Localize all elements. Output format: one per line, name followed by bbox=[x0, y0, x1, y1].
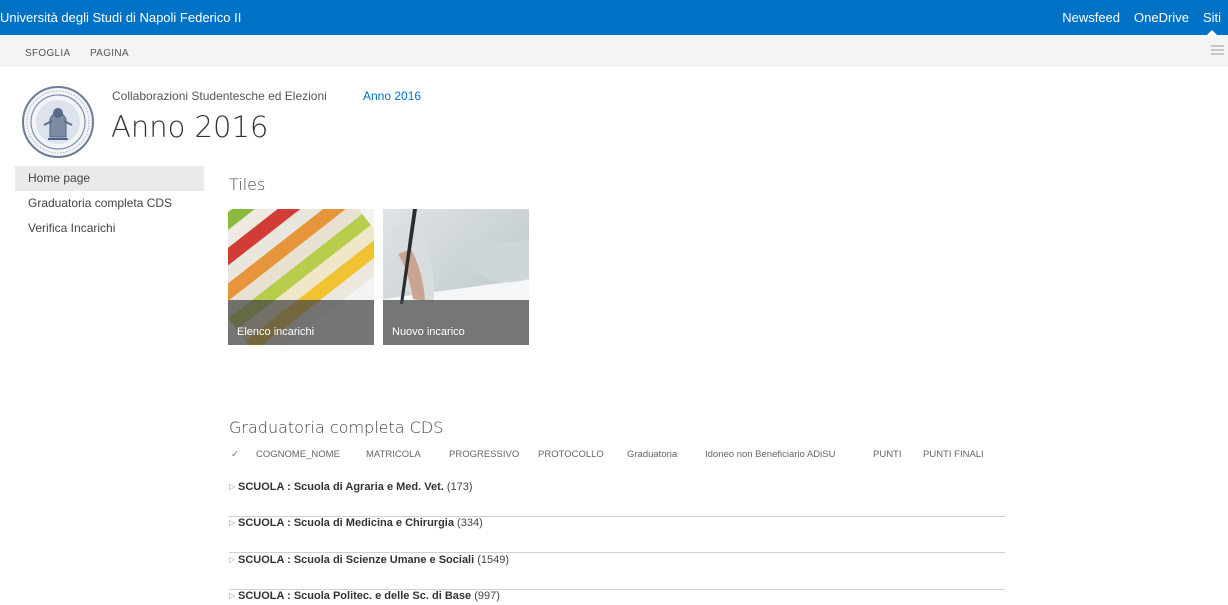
column-header-punti[interactable]: PUNTI bbox=[873, 449, 902, 460]
ribbon-bar: SFOGLIA PAGINA bbox=[0, 35, 1228, 67]
suite-link-onedrive[interactable]: OneDrive bbox=[1127, 0, 1196, 35]
breadcrumb-current[interactable]: Anno 2016 bbox=[363, 89, 421, 103]
suite-bar-title[interactable]: Università degli Studi di Napoli Federic… bbox=[0, 0, 241, 35]
tile-elenco-incarichi[interactable]: Elenco incarichi bbox=[228, 209, 374, 345]
group-header: SCUOLA : Scuola Politec. e delle Sc. di … bbox=[238, 590, 500, 602]
expand-arrow-icon[interactable]: ▷ bbox=[229, 481, 235, 493]
focus-content-icon[interactable] bbox=[1211, 43, 1224, 59]
suite-link-newsfeed[interactable]: Newsfeed bbox=[1055, 0, 1127, 35]
site-logo[interactable] bbox=[21, 85, 95, 159]
select-all-check-icon[interactable]: ✓ bbox=[231, 449, 239, 460]
nav-item-verifica-incarichi[interactable]: Verifica Incarichi bbox=[15, 216, 204, 241]
expand-arrow-icon[interactable]: ▷ bbox=[229, 554, 235, 566]
tab-sfoglia[interactable]: SFOGLIA bbox=[25, 35, 70, 73]
column-header-graduatoria[interactable]: Graduatoria bbox=[627, 449, 677, 460]
group-row[interactable]: ▷ SCUOLA : Scuola di Agraria e Med. Vet.… bbox=[229, 481, 1005, 517]
breadcrumb-parent[interactable]: Collaborazioni Studentesche ed Elezioni bbox=[112, 89, 327, 103]
tile-label-bar bbox=[383, 300, 529, 345]
tiles-heading: Tiles bbox=[229, 175, 266, 194]
expand-arrow-icon[interactable]: ▷ bbox=[229, 590, 235, 602]
suite-link-siti[interactable]: Siti bbox=[1196, 0, 1228, 35]
university-seal-icon bbox=[22, 86, 94, 158]
column-header-punti-finali[interactable]: PUNTI FINALI bbox=[923, 449, 984, 460]
expand-arrow-icon[interactable]: ▷ bbox=[229, 517, 235, 529]
column-header-matricola[interactable]: MATRICOLA bbox=[366, 449, 421, 460]
tab-pagina[interactable]: PAGINA bbox=[90, 35, 129, 73]
group-row[interactable]: ▷ SCUOLA : Scuola di Scienze Umane e Soc… bbox=[229, 554, 1005, 590]
quick-launch: Home page Graduatoria completa CDS Verif… bbox=[15, 166, 204, 241]
tile-label: Nuovo incarico bbox=[392, 326, 465, 338]
group-header: SCUOLA : Scuola di Scienze Umane e Socia… bbox=[238, 554, 510, 566]
group-row[interactable]: ▷ SCUOLA : Scuola Politec. e delle Sc. d… bbox=[229, 590, 1005, 604]
suite-bar: Università degli Studi di Napoli Federic… bbox=[0, 0, 1228, 35]
list-heading: Graduatoria completa CDS bbox=[229, 418, 444, 437]
nav-item-graduatoria-completa-cds[interactable]: Graduatoria completa CDS bbox=[15, 191, 204, 216]
column-header-cognome-nome[interactable]: COGNOME_NOME bbox=[256, 449, 340, 460]
column-header-protocollo[interactable]: PROTOCOLLO bbox=[538, 449, 604, 460]
tile-nuovo-incarico[interactable]: Nuovo incarico bbox=[383, 209, 529, 345]
nav-item-home-page[interactable]: Home page bbox=[15, 166, 204, 191]
column-header-progressivo[interactable]: PROGRESSIVO bbox=[449, 449, 519, 460]
group-row[interactable]: ▷ SCUOLA : Scuola di Medicina e Chirurgi… bbox=[229, 517, 1005, 553]
page-title: Anno 2016 bbox=[111, 110, 269, 144]
suite-bar-links: Newsfeed OneDrive Siti bbox=[1055, 0, 1228, 35]
tile-label-bar bbox=[228, 300, 374, 345]
column-header-idoneo-non-beneficiario-adisu[interactable]: Idoneo non Beneficiario ADiSU bbox=[705, 449, 835, 460]
tile-label: Elenco incarichi bbox=[237, 326, 315, 338]
group-header: SCUOLA : Scuola di Medicina e Chirurgia … bbox=[238, 517, 483, 529]
group-header: SCUOLA : Scuola di Agraria e Med. Vet. (… bbox=[238, 481, 473, 493]
